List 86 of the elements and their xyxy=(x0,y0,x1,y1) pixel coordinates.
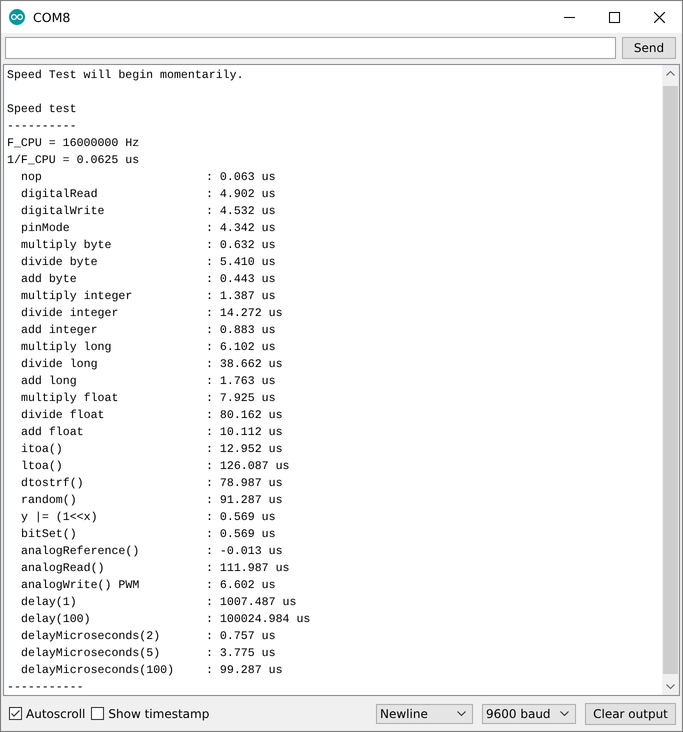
test-name: delayMicroseconds(5) xyxy=(21,646,162,662)
test-result: : 78.987 us xyxy=(206,476,283,492)
test-name: divide float xyxy=(21,408,106,424)
scroll-thumb[interactable] xyxy=(663,86,678,674)
test-result: : 1007.487 us xyxy=(206,595,296,612)
test-name: divide integer xyxy=(21,306,120,322)
test-result: : 99.287 us xyxy=(206,663,283,680)
output-line: 1/F_CPU = 0.0625 us xyxy=(7,154,140,168)
test-name: delay(1) xyxy=(21,595,78,612)
test-name: nop xyxy=(21,170,43,186)
test-result: : 0.632 us xyxy=(206,238,276,254)
test-result: : 126.087 us xyxy=(206,459,290,476)
chevron-icon xyxy=(560,711,569,716)
test-result: : 0.063 us xyxy=(206,170,276,186)
test-result: : 0.443 us xyxy=(206,272,276,288)
close-icon[interactable] xyxy=(654,12,665,22)
test-name: analogWrite() PWM xyxy=(21,578,140,594)
test-result: : 14.272 us xyxy=(206,306,283,322)
test-result: : 0.883 us xyxy=(206,323,276,340)
test-result: : 1.387 us xyxy=(206,289,276,306)
app-logo-icon xyxy=(9,9,25,25)
test-result: : 6.602 us xyxy=(206,578,276,594)
scrollbar[interactable] xyxy=(662,65,679,696)
test-name: add long xyxy=(21,374,78,390)
checkbox-label: Show timestamp xyxy=(108,706,210,721)
test-name: itoa() xyxy=(21,442,64,458)
message-input-field[interactable] xyxy=(5,36,616,59)
test-name: bitSet() xyxy=(21,527,78,544)
clear-output-button[interactable]: Clear output xyxy=(585,702,676,725)
test-result: : 80.162 us xyxy=(206,408,283,424)
chevron-icon xyxy=(457,711,466,716)
test-result: : 3.775 us xyxy=(206,646,276,662)
send-button[interactable]: Send xyxy=(622,36,676,59)
test-result: : 38.662 us xyxy=(206,357,283,374)
test-result: : 4.342 us xyxy=(206,221,276,238)
test-name: ltoa() xyxy=(21,459,64,476)
test-result: : 10.112 us xyxy=(206,425,283,442)
dropdown[interactable]: 9600 baud xyxy=(482,704,576,724)
test-result: : 12.952 us xyxy=(206,442,283,458)
test-name: delayMicroseconds(2) xyxy=(21,629,162,646)
test-result: : 91.287 us xyxy=(206,493,283,510)
dropdown[interactable]: Newline xyxy=(376,704,473,724)
test-name: digitalRead xyxy=(21,187,99,204)
test-result: : -0.013 us xyxy=(206,544,283,560)
test-name: y |= (1<<x) xyxy=(21,510,99,526)
window-title: COM8 xyxy=(33,10,70,24)
test-name: divide byte xyxy=(21,255,99,272)
test-name: multiply float xyxy=(21,391,120,408)
test-result: : 7.925 us xyxy=(206,391,276,408)
test-result: : 0.757 us xyxy=(206,629,276,646)
test-result: : 6.102 us xyxy=(206,340,276,356)
test-name: delayMicroseconds(100) xyxy=(21,663,176,680)
checkbox[interactable] xyxy=(91,707,104,720)
test-name: multiply long xyxy=(21,340,112,356)
test-name: delay(100) xyxy=(21,612,92,628)
output-line: ----------- xyxy=(7,681,84,694)
test-name: digitalWrite xyxy=(21,204,106,220)
test-name: add float xyxy=(21,425,85,442)
test-name: add integer xyxy=(21,323,99,340)
test-name: divide long xyxy=(21,357,99,374)
output-line: Speed Test will begin momentarily. xyxy=(7,69,244,82)
test-name: dtostrf() xyxy=(21,476,85,492)
test-result: : 4.902 us xyxy=(206,187,276,204)
test-result: : 111.987 us xyxy=(206,561,290,578)
output-line: Speed test xyxy=(7,103,77,116)
test-name: multiply integer xyxy=(21,289,134,306)
test-name: multiply byte xyxy=(21,238,112,254)
test-name: add byte xyxy=(21,272,78,288)
test-name: pinMode xyxy=(21,221,71,238)
output-line: F_CPU = 16000000 Hz xyxy=(7,137,140,150)
test-result: : 1.763 us xyxy=(206,374,276,390)
test-result: : 0.569 us xyxy=(206,527,276,544)
test-name: analogRead() xyxy=(21,561,106,578)
test-result: : 4.532 us xyxy=(206,204,276,220)
minimize-icon[interactable] xyxy=(564,16,575,18)
output-line: ---------- xyxy=(7,120,77,134)
test-name: random() xyxy=(21,493,78,510)
scroll-down-icon[interactable] xyxy=(666,684,675,690)
checkbox[interactable] xyxy=(9,707,22,720)
scroll-up-icon[interactable] xyxy=(666,71,675,76)
test-name: analogReference() xyxy=(21,544,140,560)
test-result: : 0.569 us xyxy=(206,510,276,526)
checkbox-label: Autoscroll xyxy=(26,706,86,721)
test-result: : 5.410 us xyxy=(206,255,276,272)
maximize-icon[interactable] xyxy=(609,12,620,22)
test-result: : 100024.984 us xyxy=(206,612,310,628)
